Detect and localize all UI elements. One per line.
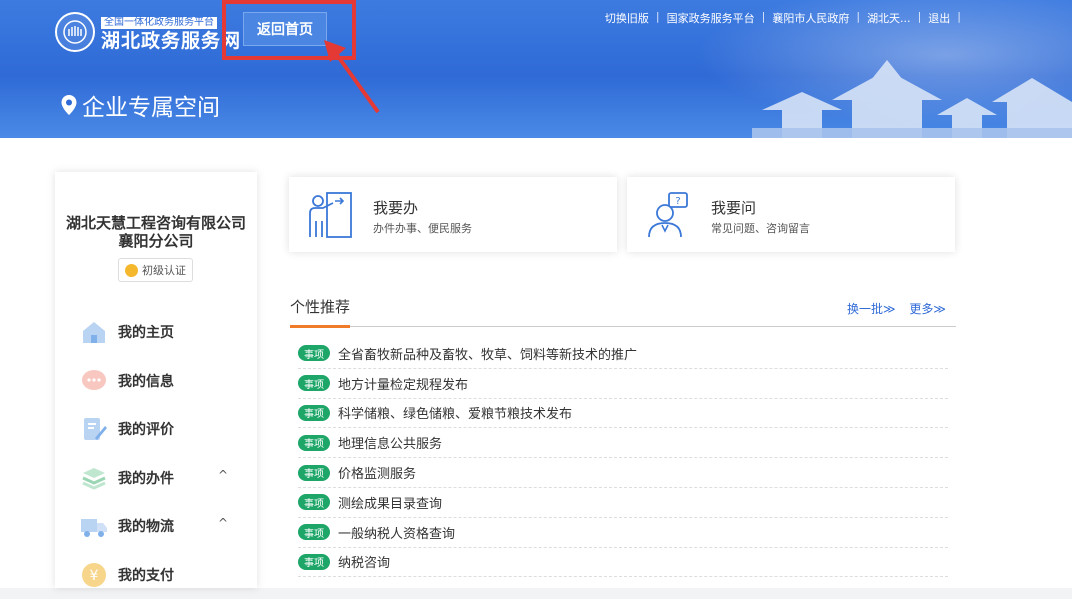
sidebar-item-cases[interactable]: 我的办件 ^ — [55, 454, 257, 503]
card-title: 我要问 — [711, 197, 756, 218]
message-icon — [80, 367, 108, 395]
list-item-text[interactable]: 纳税咨询 — [338, 552, 390, 571]
list-item-text[interactable]: 一般纳税人资格查询 — [338, 523, 455, 542]
medal-icon — [125, 264, 138, 277]
list-item[interactable]: 事项地方计量检定规程发布 — [298, 369, 948, 399]
sidebar-item-label: 我的物流 — [118, 516, 174, 536]
svg-text:?: ? — [675, 196, 680, 207]
card-title: 我要办 — [373, 197, 418, 218]
company-name-line1: 湖北天慧工程咨询有限公司 — [55, 214, 257, 232]
recommend-list: 事项全省畜牧新品种及畜牧、牧草、饲料等新技术的推广 事项地方计量检定规程发布 事… — [298, 339, 948, 577]
item-badge: 事项 — [298, 524, 330, 540]
sidebar-item-label: 我的主页 — [118, 322, 174, 342]
sidebar-item-label: 我的信息 — [118, 371, 174, 391]
emblem-icon — [55, 12, 95, 52]
chevron-up-icon[interactable]: ^ — [218, 468, 228, 482]
link-switch-old[interactable]: 切换旧版 — [605, 10, 649, 26]
link-logout[interactable]: 退出 — [928, 10, 950, 26]
list-item-text[interactable]: 价格监测服务 — [338, 463, 416, 482]
card-consult[interactable]: ? 我要问 常见问题、咨询留言 — [627, 177, 955, 252]
list-item-text[interactable]: 科学储粮、绿色储粮、爱粮节粮技术发布 — [338, 403, 572, 422]
handle-service-icon — [307, 191, 353, 239]
chevron-up-icon[interactable]: ^ — [218, 516, 228, 530]
top-links: 切换旧版| 国家政务服务平台| 襄阳市人民政府| 湖北天...| 退出| — [605, 10, 968, 26]
recommend-actions: 换一批≫ 更多≫ — [837, 300, 946, 317]
certification-label: 初级认证 — [142, 262, 186, 278]
card-handle-service[interactable]: 我要办 办件办事、便民服务 — [289, 177, 617, 252]
item-badge: 事项 — [298, 375, 330, 391]
item-badge: 事项 — [298, 465, 330, 481]
list-item[interactable]: 事项纳税咨询 — [298, 548, 948, 578]
sidebar-menu: 我的主页 我的信息 我的评价 我的办件 ^ 我的物流 ^ ¥ 我的支付 — [55, 308, 257, 599]
svg-text:¥: ¥ — [90, 568, 99, 584]
link-national-platform[interactable]: 国家政务服务平台 — [667, 10, 755, 26]
back-home-button[interactable]: 返回首页 — [243, 12, 327, 46]
list-item[interactable]: 事项一般纳税人资格查询 — [298, 518, 948, 548]
tab-recommend[interactable]: 个性推荐 — [290, 296, 350, 328]
refresh-batch-link[interactable]: 换一批≫ — [847, 302, 896, 316]
link-xiangyang-gov[interactable]: 襄阳市人民政府 — [772, 10, 849, 26]
sidebar-item-label: 我的办件 — [118, 468, 174, 488]
layers-icon — [80, 464, 108, 492]
list-item-text[interactable]: 全省畜牧新品种及畜牧、牧草、饲料等新技术的推广 — [338, 344, 637, 363]
logo-subtitle: 全国一体化政务服务平台 — [101, 17, 217, 29]
payment-icon: ¥ — [80, 561, 108, 589]
sidebar-item-home[interactable]: 我的主页 — [55, 308, 257, 357]
consult-icon: ? — [645, 191, 691, 239]
list-item[interactable]: 事项地理信息公共服务 — [298, 428, 948, 458]
company-name: 湖北天慧工程咨询有限公司 襄阳分公司 — [55, 214, 257, 250]
sidebar-item-evaluation[interactable]: 我的评价 — [55, 405, 257, 454]
certification-badge: 初级认证 — [118, 258, 193, 282]
list-item-text[interactable]: 地方计量检定规程发布 — [338, 374, 468, 393]
more-link[interactable]: 更多≫ — [909, 302, 946, 316]
edit-icon — [80, 415, 108, 443]
item-badge: 事项 — [298, 554, 330, 570]
card-subtitle: 办件办事、便民服务 — [373, 220, 472, 236]
item-badge: 事项 — [298, 345, 330, 361]
sidebar-item-info[interactable]: 我的信息 — [55, 357, 257, 406]
page-title: 企业专属空间 — [60, 88, 220, 122]
logo-title: 湖北政务服务网 — [101, 29, 241, 53]
sidebar: 湖北天慧工程咨询有限公司 襄阳分公司 初级认证 我的主页 我的信息 我的评价 我… — [55, 172, 257, 588]
home-icon — [80, 318, 108, 346]
list-item-text[interactable]: 地理信息公共服务 — [338, 433, 442, 452]
sidebar-item-payment[interactable]: ¥ 我的支付 — [55, 551, 257, 599]
link-user-account[interactable]: 湖北天... — [867, 10, 911, 26]
item-badge: 事项 — [298, 405, 330, 421]
pagoda-illustration — [692, 40, 1072, 138]
sidebar-item-label: 我的评价 — [118, 419, 174, 439]
sidebar-item-label: 我的支付 — [118, 565, 174, 585]
site-logo[interactable]: 全国一体化政务服务平台 湖北政务服务网 — [55, 10, 241, 53]
sidebar-item-logistics[interactable]: 我的物流 ^ — [55, 502, 257, 551]
recommend-header: 个性推荐 换一批≫ 更多≫ — [290, 296, 956, 327]
card-subtitle: 常见问题、咨询留言 — [711, 220, 810, 236]
list-item[interactable]: 事项价格监测服务 — [298, 458, 948, 488]
list-item[interactable]: 事项科学储粮、绿色储粮、爱粮节粮技术发布 — [298, 399, 948, 429]
annotation-arrow-icon — [320, 40, 390, 120]
item-badge: 事项 — [298, 494, 330, 510]
list-item-text[interactable]: 测绘成果目录查询 — [338, 493, 442, 512]
page-title-text: 企业专属空间 — [82, 88, 220, 122]
company-name-line2: 襄阳分公司 — [55, 232, 257, 250]
list-item[interactable]: 事项测绘成果目录查询 — [298, 488, 948, 518]
header-banner: 全国一体化政务服务平台 湖北政务服务网 切换旧版| 国家政务服务平台| 襄阳市人… — [0, 0, 1072, 138]
item-badge: 事项 — [298, 435, 330, 451]
truck-icon — [80, 512, 108, 540]
list-item[interactable]: 事项全省畜牧新品种及畜牧、牧草、饲料等新技术的推广 — [298, 339, 948, 369]
location-pin-icon — [60, 94, 78, 116]
